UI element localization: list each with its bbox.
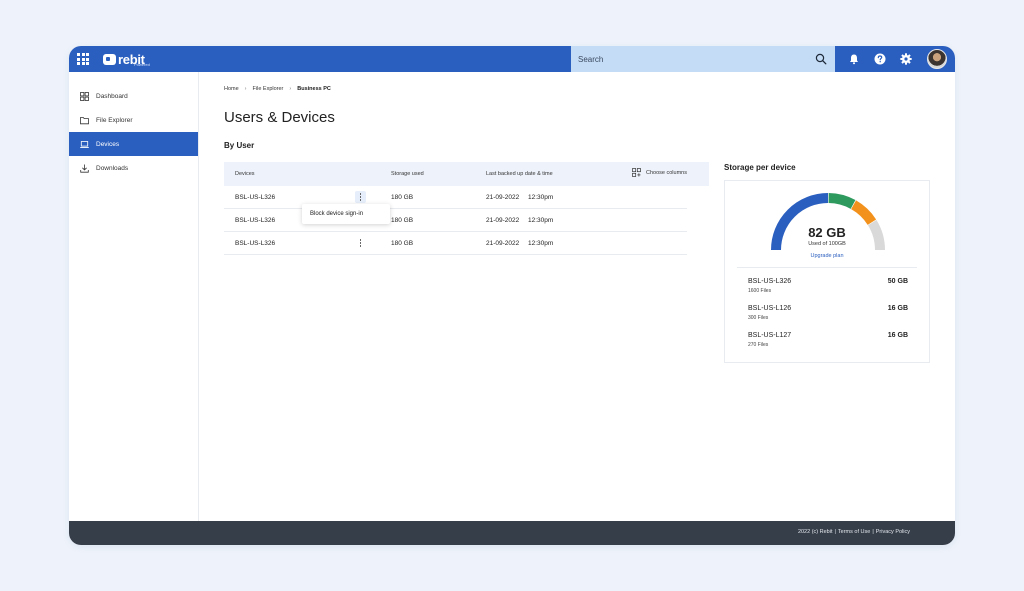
device-name: BSL-US-L126 [748, 305, 792, 312]
cell-time: 12:30pm [528, 217, 554, 224]
sidebar-item-downloads[interactable]: Downloads [69, 156, 198, 180]
row-menu-button[interactable] [355, 237, 366, 249]
laptop-icon [80, 140, 89, 148]
device-files: 1600 Files [748, 288, 772, 294]
logo-subtext: Powered [134, 62, 150, 67]
cell-date: 21-09-2022 [486, 217, 520, 224]
sidebar-item-label: File Explorer [96, 116, 133, 124]
device-size: 50 GB [887, 278, 908, 285]
footer: 2022 (c) Rebit | Terms of Use | Privacy … [69, 521, 955, 545]
page-title: Users & Devices [224, 109, 335, 126]
user-avatar[interactable] [927, 49, 947, 69]
sidebar-item-dashboard[interactable]: Dashboard [69, 84, 198, 108]
app-window: rebit Powered Search Dashboard File Expl… [69, 46, 955, 545]
column-header-storage: Storage used [391, 171, 424, 177]
cell-storage: 180 GB [391, 194, 414, 201]
cell-storage: 180 GB [391, 240, 414, 247]
device-name: BSL-US-L326 [748, 278, 792, 285]
cell-device: BSL-US-L326 [235, 217, 276, 224]
upgrade-plan-link[interactable]: Upgrade plan [725, 253, 929, 259]
apps-grid-icon[interactable] [77, 53, 89, 65]
chevron-right-icon: › [289, 86, 292, 92]
search-bar [571, 46, 835, 72]
top-bar: rebit Powered [69, 46, 955, 72]
device-files: 300 Files [748, 315, 769, 321]
rebit-logo[interactable]: rebit Powered [103, 50, 150, 68]
cell-time: 12:30pm [528, 240, 554, 247]
row-context-menu: Block device sign-in [302, 204, 390, 224]
sidebar-item-devices[interactable]: Devices [69, 132, 198, 156]
devices-table: Devices Storage used Last backed up date… [224, 162, 709, 255]
download-icon [80, 164, 89, 173]
sidebar-item-file-explorer[interactable]: File Explorer [69, 108, 198, 132]
help-icon[interactable] [874, 53, 886, 65]
choose-columns-button[interactable]: Choose columns [632, 168, 687, 177]
search-input[interactable] [571, 46, 807, 72]
sidebar-item-label: Devices [96, 140, 120, 148]
storage-device-row: BSL-US-L326 1600 Files 50 GB [748, 278, 908, 298]
gear-icon[interactable] [900, 53, 912, 65]
menu-item-block-device[interactable]: Block device sign-in [310, 211, 363, 217]
footer-text: 2022 (c) Rebit | Terms of Use | Privacy … [798, 529, 910, 535]
device-files: 270 Files [748, 342, 769, 348]
dashboard-icon [80, 91, 89, 101]
footer-separator: | [834, 529, 836, 535]
section-title: By User [224, 141, 255, 150]
footer-separator: | [872, 529, 874, 535]
cell-date: 21-09-2022 [486, 194, 520, 201]
table-header: Devices Storage used Last backed up date… [224, 162, 709, 186]
folder-icon [80, 116, 89, 124]
gauge-segment [828, 193, 856, 209]
column-header-devices: Devices [235, 171, 255, 177]
cell-device: BSL-US-L326 [235, 194, 276, 201]
bell-icon[interactable] [848, 53, 860, 65]
table-row[interactable]: BSL-US-L326 180 GB 21-09-2022 12:30pm [224, 232, 687, 255]
sidebar-item-label: Downloads [96, 164, 129, 172]
table-row[interactable]: BSL-US-L326 180 GB 21-09-2022 12:30pm [224, 209, 687, 232]
breadcrumb: Home › File Explorer › Business PC [224, 86, 331, 92]
storage-card: 82 GB Used of 100GB Upgrade plan BSL-US-… [724, 180, 930, 363]
cell-device: BSL-US-L326 [235, 240, 276, 247]
row-menu-button[interactable] [355, 191, 366, 203]
terms-link[interactable]: Terms of Use [838, 529, 870, 535]
device-size: 16 GB [887, 305, 908, 312]
columns-icon [632, 168, 641, 177]
device-name: BSL-US-L127 [748, 332, 792, 339]
chevron-right-icon: › [244, 86, 247, 92]
table-row[interactable]: BSL-US-L326 180 GB 21-09-2022 12:30pm [224, 186, 687, 209]
cell-storage: 180 GB [391, 217, 414, 224]
divider [737, 267, 917, 268]
logo-mark-icon [103, 53, 116, 65]
sidebar: Dashboard File Explorer Devices Download… [69, 72, 199, 521]
breadcrumb-current: Business PC [297, 86, 331, 92]
copyright-text: 2022 (c) Rebit [797, 529, 833, 535]
storage-title: Storage per device [724, 163, 796, 172]
storage-device-row: BSL-US-L127 270 Files 16 GB [748, 332, 908, 352]
cell-date: 21-09-2022 [486, 240, 520, 247]
search-icon[interactable] [815, 53, 827, 65]
cell-time: 12:30pm [528, 194, 554, 201]
device-size: 16 GB [887, 332, 908, 339]
privacy-link[interactable]: Privacy Policy [876, 529, 910, 535]
storage-used-value: 82 GB [808, 225, 846, 240]
breadcrumb-file-explorer[interactable]: File Explorer [253, 86, 284, 92]
storage-device-row: BSL-US-L126 300 Files 16 GB [748, 305, 908, 325]
sidebar-item-label: Dashboard [96, 92, 128, 100]
choose-columns-label: Choose columns [646, 169, 687, 176]
column-header-last-backup: Last backed up date & time [486, 171, 553, 177]
gauge-segment [850, 200, 877, 225]
breadcrumb-home[interactable]: Home [224, 86, 239, 92]
storage-used-label: Used of 100GB [808, 241, 846, 247]
